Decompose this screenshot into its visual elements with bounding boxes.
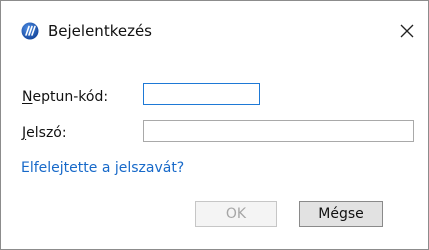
password-label-text: elszó: (26, 125, 67, 141)
neptun-code-label-text: eptun-kód: (32, 89, 109, 105)
cancel-button[interactable]: Mégse (299, 201, 383, 227)
forgot-password-link[interactable]: Elfelejtette a jelszavát? (21, 159, 184, 177)
close-icon (400, 24, 414, 38)
title-bar: Bejelentkezés (1, 1, 428, 61)
ok-button[interactable]: OK (195, 201, 277, 227)
close-button[interactable] (395, 19, 419, 43)
neptun-code-label: Neptun-kód: (22, 88, 108, 106)
neptun-code-label-mnemonic: N (22, 89, 33, 105)
password-input[interactable] (143, 120, 414, 142)
neptun-code-input[interactable] (143, 83, 260, 105)
login-dialog: Bejelentkezés Neptun-kód: Jelszó: Elfele… (0, 0, 429, 250)
window-title: Bejelentkezés (48, 22, 152, 40)
password-label: Jelszó: (22, 124, 67, 142)
neptun-app-icon (21, 22, 39, 40)
